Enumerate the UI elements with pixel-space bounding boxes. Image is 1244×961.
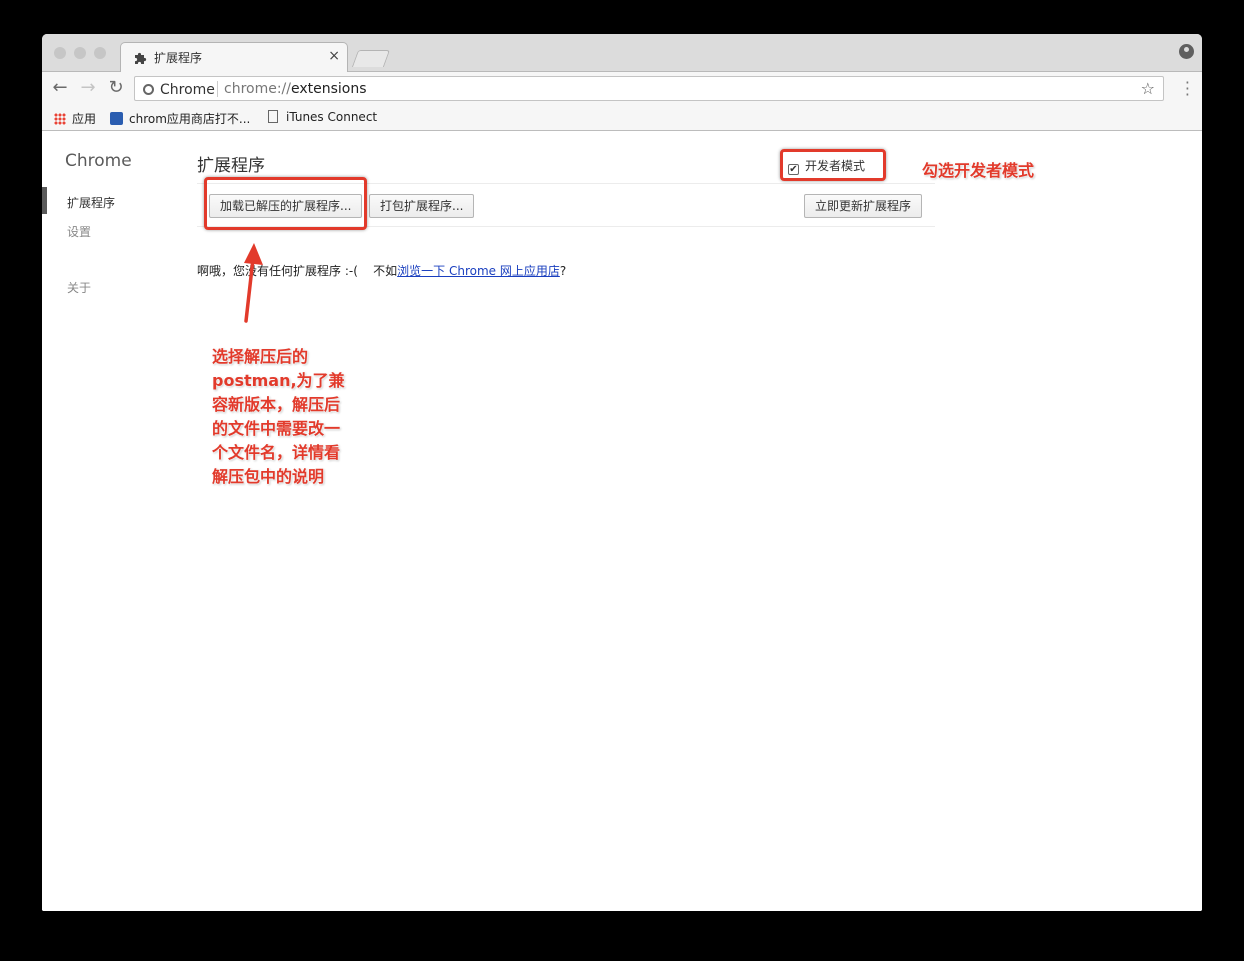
profile-icon[interactable] bbox=[1179, 44, 1194, 59]
page-title: 扩展程序 bbox=[197, 156, 265, 176]
url-text[interactable]: chrome://extensions bbox=[224, 81, 367, 97]
bookmark-label: 应用 bbox=[72, 112, 97, 126]
arrow-up-icon bbox=[244, 243, 263, 323]
empty-state-lead: 不如 bbox=[373, 264, 398, 278]
bookmark-label: iTunes Connect bbox=[286, 110, 378, 124]
browser-window: 扩展程序 × ← → ↻ Chrome chrome://extensions … bbox=[42, 34, 1202, 911]
close-tab-icon[interactable]: × bbox=[328, 48, 340, 64]
load-unpacked-annotation: 选择解压后的 postman,为了兼 容新版本，解压后 的文件中需要改一 个文件… bbox=[212, 345, 345, 489]
annotation-line: 选择解压后的 bbox=[212, 347, 309, 366]
omnibox-separator bbox=[217, 81, 218, 97]
address-bar[interactable]: Chrome chrome://extensions ☆ bbox=[134, 76, 1164, 101]
chrome-menu-icon[interactable]: · · · bbox=[1185, 75, 1190, 103]
annotation-line: 容新版本，解压后 bbox=[212, 395, 341, 414]
sidebar-item-about[interactable]: 关于 bbox=[67, 279, 91, 296]
annotation-line: postman,为了兼 bbox=[212, 371, 345, 390]
forward-arrow-icon[interactable]: → bbox=[77, 77, 99, 99]
tab-strip: 扩展程序 × bbox=[42, 34, 1202, 72]
minimize-window-button[interactable] bbox=[74, 47, 86, 59]
chrome-logo-icon bbox=[143, 84, 154, 95]
bookmarks-bar: 应用 chrom应用商店打不... iTunes Connect bbox=[42, 106, 1202, 131]
annotation-line: 解压包中的说明 bbox=[212, 467, 325, 486]
sidebar-title: Chrome bbox=[65, 151, 132, 171]
chrome-security-chip[interactable]: Chrome bbox=[143, 82, 215, 98]
close-window-button[interactable] bbox=[54, 47, 66, 59]
pack-extension-button[interactable]: 打包扩展程序... bbox=[369, 194, 475, 218]
sidebar-active-indicator bbox=[42, 187, 47, 214]
url-scheme: chrome:// bbox=[224, 81, 291, 97]
bookmark-chrome-store[interactable]: chrom应用商店打不... bbox=[110, 110, 250, 127]
tab-extensions[interactable]: 扩展程序 × bbox=[120, 42, 348, 72]
bookmark-label: chrom应用商店打不... bbox=[129, 112, 251, 126]
annotation-line: 的文件中需要改一 bbox=[212, 419, 341, 438]
bookmark-itunes-connect[interactable]: iTunes Connect bbox=[268, 110, 377, 124]
annotation-line: 个文件名，详情看 bbox=[212, 443, 341, 462]
page-icon bbox=[268, 110, 278, 123]
web-store-link[interactable]: 浏览一下 Chrome 网上应用店 bbox=[397, 264, 560, 278]
extensions-page: Chrome 扩展程序 设置 关于 扩展程序 ✔ 开发者模式 加载已解压的扩展程序… bbox=[42, 131, 1202, 911]
dev-mode-highlight bbox=[780, 149, 886, 181]
puzzle-icon bbox=[135, 52, 147, 64]
dev-mode-annotation: 勾选开发者模式 bbox=[922, 161, 1035, 180]
back-arrow-icon[interactable]: ← bbox=[49, 77, 71, 99]
tab-title: 扩展程序 bbox=[154, 51, 203, 65]
bookmark-star-icon[interactable]: ☆ bbox=[1141, 79, 1155, 98]
chrome-chip-label: Chrome bbox=[160, 82, 215, 98]
update-extensions-button[interactable]: 立即更新扩展程序 bbox=[804, 194, 923, 218]
paw-icon bbox=[110, 112, 123, 125]
empty-state-text: 啊哦，您没有任何扩展程序 :-( bbox=[197, 264, 358, 278]
new-tab-button[interactable] bbox=[351, 50, 391, 67]
load-unpacked-highlight bbox=[204, 177, 367, 230]
url-path: extensions bbox=[291, 81, 367, 97]
reload-icon[interactable]: ↻ bbox=[105, 77, 127, 99]
toolbar: ← → ↻ Chrome chrome://extensions ☆ · · · bbox=[42, 72, 1202, 106]
sidebar-item-settings[interactable]: 设置 bbox=[67, 223, 91, 240]
empty-state-suffix: ? bbox=[559, 264, 567, 278]
sidebar-item-extensions[interactable]: 扩展程序 bbox=[67, 194, 115, 211]
apps-grid-icon bbox=[54, 113, 66, 125]
bookmark-apps[interactable]: 应用 bbox=[54, 110, 96, 127]
maximize-window-button[interactable] bbox=[94, 47, 106, 59]
